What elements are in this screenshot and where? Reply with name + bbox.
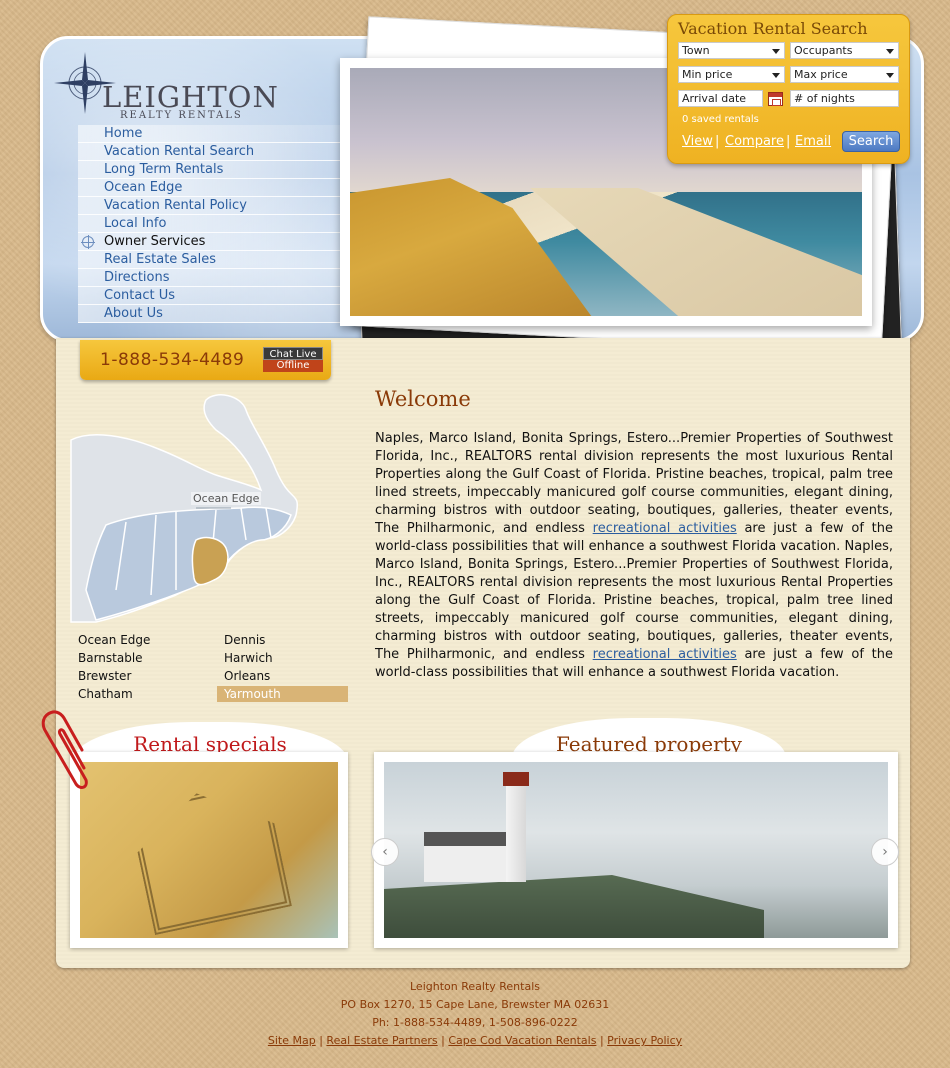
featured-property-card[interactable] — [374, 752, 898, 948]
lighthouse-tower — [503, 772, 529, 882]
link-separator: | — [715, 134, 720, 149]
link-separator: | — [786, 134, 791, 149]
real-estate-partners-link[interactable]: Real Estate Partners — [326, 1034, 437, 1047]
rental-specials-image — [80, 762, 338, 938]
privacy-policy-link[interactable]: Privacy Policy — [607, 1034, 682, 1047]
chat-status-badge: Offline — [263, 360, 323, 372]
nav-item-directions[interactable]: Directions — [78, 269, 340, 287]
welcome-body: Naples, Marco Island, Bonita Springs, Es… — [375, 430, 893, 682]
occupants-select[interactable]: Occupants — [790, 42, 899, 59]
calendar-icon[interactable] — [768, 92, 783, 106]
sand-house-drawing — [128, 779, 292, 935]
view-link[interactable]: View — [682, 134, 713, 149]
town-link-harwich[interactable]: Harwich — [224, 650, 273, 666]
footer-separator: | — [319, 1034, 323, 1047]
arrival-date-field[interactable]: Arrival date — [678, 90, 763, 107]
max-price-select-value: Max price — [794, 68, 848, 81]
town-link-dennis[interactable]: Dennis — [224, 632, 265, 648]
town-select-value: Town — [682, 44, 710, 57]
chevron-down-icon — [886, 73, 894, 78]
logo-name: LEIGHTON — [102, 80, 279, 114]
logo[interactable]: LEIGHTON REALTY RENTALS — [52, 50, 278, 121]
site-map-link[interactable]: Site Map — [268, 1034, 316, 1047]
featured-property-image — [384, 762, 888, 938]
nav-item-vacation-rental-search[interactable]: Vacation Rental Search — [78, 143, 340, 161]
search-title: Vacation Rental Search — [678, 19, 868, 38]
town-link-orleans[interactable]: Orleans — [224, 668, 270, 684]
chevron-down-icon — [886, 49, 894, 54]
nav-item-ocean-edge[interactable]: Ocean Edge — [78, 179, 340, 197]
vacation-rental-search-widget: Vacation Rental Search Town Occupants Mi… — [667, 14, 910, 164]
town-link-brewster[interactable]: Brewster — [78, 668, 131, 684]
footer-separator: | — [441, 1034, 445, 1047]
lighthouse-keeper-house — [424, 832, 514, 882]
nav-item-owner-services[interactable]: Owner Services — [78, 233, 340, 251]
next-slide-button[interactable]: › — [871, 838, 899, 866]
occupants-select-value: Occupants — [794, 44, 853, 57]
nav-item-owner-services-label: Owner Services — [104, 234, 206, 249]
town-link-chatham[interactable]: Chatham — [78, 686, 133, 702]
crosshair-icon — [81, 235, 95, 249]
footer-links: Site Map | Real Estate Partners | Cape C… — [0, 1032, 950, 1050]
search-button[interactable]: Search — [842, 131, 900, 152]
footer-address: PO Box 1270, 15 Cape Lane, Brewster MA 0… — [340, 998, 610, 1011]
recreational-activities-link[interactable]: recreational activities — [593, 521, 737, 536]
max-price-select[interactable]: Max price — [790, 66, 899, 83]
nav-item-real-estate-sales[interactable]: Real Estate Sales — [78, 251, 340, 269]
cape-cod-vacation-rentals-link[interactable]: Cape Cod Vacation Rentals — [448, 1034, 596, 1047]
welcome-text-2: are just a few of the world-class possib… — [375, 521, 893, 662]
recreational-activities-link[interactable]: recreational activities — [593, 647, 737, 662]
map-graphic — [70, 394, 299, 623]
rental-specials-card[interactable] — [70, 752, 348, 948]
saved-rentals-count: 0 saved rentals — [682, 114, 759, 125]
nav-item-about-us[interactable]: About Us — [78, 305, 340, 323]
town-link-barnstable[interactable]: Barnstable — [78, 650, 143, 666]
phone-tab: 1-888-534-4489 Chat Live Offline — [80, 340, 331, 380]
footer-phone: Ph: 1-888-534-4489, 1-508-896-0222 — [372, 1016, 578, 1029]
logo-tagline: REALTY RENTALS — [120, 110, 243, 121]
welcome-title: Welcome — [375, 387, 471, 411]
chevron-down-icon — [772, 49, 780, 54]
chevron-down-icon — [772, 73, 780, 78]
min-price-select-value: Min price — [682, 68, 733, 81]
main-nav: Home Vacation Rental Search Long Term Re… — [78, 125, 340, 323]
prev-slide-button[interactable]: ‹ — [371, 838, 399, 866]
paperclip-icon — [38, 708, 92, 794]
town-link-ocean-edge[interactable]: Ocean Edge — [78, 632, 150, 648]
compare-link[interactable]: Compare — [725, 134, 784, 149]
footer-company: Leighton Realty Rentals — [410, 980, 540, 993]
cape-cod-map[interactable]: Ocean Edge — [66, 390, 306, 630]
nav-item-local-info[interactable]: Local Info — [78, 215, 340, 233]
email-link[interactable]: Email — [795, 134, 831, 149]
town-link-yarmouth[interactable]: Yarmouth — [217, 686, 348, 702]
phone-number[interactable]: 1-888-534-4489 — [100, 350, 244, 370]
nav-item-long-term-rentals[interactable]: Long Term Rentals — [78, 161, 340, 179]
min-price-select[interactable]: Min price — [678, 66, 785, 83]
footer-separator: | — [599, 1034, 604, 1047]
map-label-ocean-edge: Ocean Edge — [191, 492, 262, 505]
chat-live-button[interactable]: Chat Live — [263, 347, 323, 360]
nav-item-vacation-rental-policy[interactable]: Vacation Rental Policy — [78, 197, 340, 215]
nav-item-contact-us[interactable]: Contact Us — [78, 287, 340, 305]
town-select[interactable]: Town — [678, 42, 785, 59]
nights-field[interactable]: # of nights — [790, 90, 899, 107]
map-region-yarmouth — [191, 536, 229, 586]
nav-item-home[interactable]: Home — [78, 125, 340, 143]
footer: Leighton Realty Rentals PO Box 1270, 15 … — [0, 978, 950, 1050]
